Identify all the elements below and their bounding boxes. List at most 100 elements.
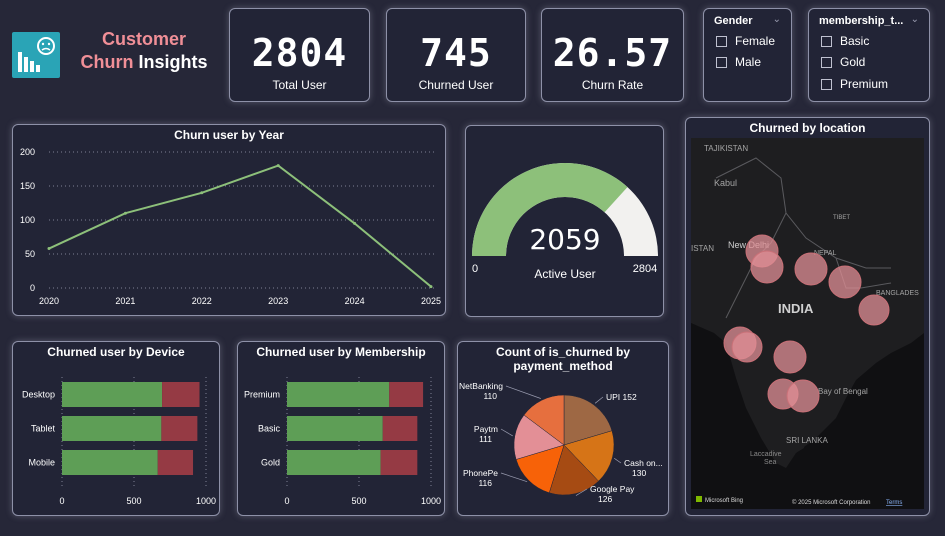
y-tick-label: 200 [20,147,35,157]
option-label: Premium [840,77,889,91]
x-tick-label: 500 [351,496,366,506]
x-tick-label: 2021 [115,296,135,306]
line-chart-card: Churn user by Year 0 50 100 150 200 2020 2021 2… [12,124,446,316]
bar-segment [287,450,381,475]
map-label: Bay of Bengal [818,387,868,396]
slicer-option-female[interactable]: Female [716,34,775,48]
bar-segment [157,450,194,475]
line-chart: 0 50 100 150 200 2020 2021 2022 2023 2024 2025 [20,147,441,306]
map-label: TAJIKISTAN [704,144,748,153]
slice-label: Google Pay [590,484,635,494]
category-label: Mobile [28,458,55,468]
category-label: Basic [258,424,281,434]
location-bubble [858,294,890,326]
slice-value: 111 [479,434,492,444]
bar-segment [62,450,158,475]
leader-line [500,428,513,437]
bar-segment [287,382,390,407]
membership-bar-card: Churned user by Membership 0 500 1000 Premi… [237,341,445,516]
kpi-label: Churn Rate [581,78,644,92]
series-line [48,164,432,288]
membership-slicer[interactable]: membership_t... ⌄ Basic Gold Premium [808,8,930,102]
logo-icon [12,32,60,78]
gauge-label: Active User [534,267,595,281]
slice-label: UPI 152 [606,392,637,402]
map-card[interactable]: Churned by location TAJIKISTAN Kabul TIB… [685,117,930,516]
gauge-chart: 2059 Active User 0 2804 [472,163,658,281]
slice-value: 110 [483,391,497,401]
map-label: Sea [764,459,777,466]
bar-segment [382,416,418,441]
checkbox[interactable] [821,35,832,47]
category-label: Tablet [31,424,56,434]
x-tick-label: 0 [284,496,289,506]
slicer-option-male[interactable]: Male [716,55,761,69]
x-tick-label: 2022 [192,296,212,306]
chevron-down-icon[interactable]: ⌄ [911,14,919,25]
pie-chart: UPI 152 Cash on...130 Google Pay126 PhonePe… [459,381,663,504]
slicer-option-gold[interactable]: Gold [821,55,865,69]
kpi-label: Total User [272,78,327,92]
map[interactable]: TAJIKISTAN Kabul TIBET ISTAN New Delhi N… [686,118,931,517]
x-tick-label: 2025 [421,296,441,306]
x-tick-label: 2020 [39,296,59,306]
map-attribution: Microsoft Bing [705,498,743,504]
bar-segment [380,450,418,475]
slice-label: PhonePe [463,468,498,478]
map-label: SRI LANKA [786,436,828,445]
leader-line [505,385,541,399]
checkbox[interactable] [716,35,727,47]
map-label: Kabul [714,178,737,188]
x-tick-label: 500 [126,496,141,506]
checkbox[interactable] [821,56,832,68]
option-label: Gold [840,55,866,69]
data-point [276,164,280,168]
y-tick-label: 50 [25,249,35,259]
bar-segment [62,416,162,441]
category-label: Premium [244,390,280,400]
bar-segment [287,416,383,441]
y-tick-label: 100 [20,215,35,225]
leader-line [614,458,622,464]
bing-logo-icon [696,496,702,502]
gauge-min: 0 [472,263,478,275]
gender-slicer[interactable]: Gender ⌄ Female Male [703,8,792,102]
pie-card: Count of is_churned by payment_method UP… [457,341,669,516]
x-tick-label: 2024 [345,296,365,306]
title-line-1: Customer [101,29,186,49]
x-tick-label: 0 [59,496,64,506]
option-label: Basic [840,34,870,48]
membership-bar-chart: 0 500 1000 Premium Basic Gold [244,377,441,506]
bar-segment [389,382,424,407]
location-bubble [794,252,828,286]
location-bubble [773,340,807,374]
map-attribution: © 2025 Microsoft Corporation [792,499,870,506]
slicer-option-premium[interactable]: Premium [821,77,888,91]
y-tick-label: 150 [20,181,35,191]
device-bar-card: Churned user by Device 0 500 1000 Desktop Ta… [12,341,220,516]
data-point [353,221,357,225]
device-bar-chart: 0 500 1000 Desktop Tablet Mobile [22,377,216,506]
kpi-card-churned-user: 745 Churned User [386,8,526,102]
category-label: Desktop [22,390,55,400]
title-line-2: Churn Insights [74,51,214,74]
checkbox[interactable] [716,56,727,68]
gauge-value: 2059 [529,223,600,256]
kpi-value: 745 [420,31,492,75]
bar-segment [162,382,200,407]
checkbox[interactable] [821,78,832,90]
x-tick-label: 1000 [421,496,441,506]
title-word-churn: Churn [80,52,134,72]
page-title: Customer Churn Insights [74,28,214,74]
chevron-down-icon[interactable]: ⌄ [773,14,781,25]
slicer-title: Gender [714,15,753,27]
map-label: Laccadive [750,451,782,458]
title-word-insights: Insights [138,52,208,72]
data-point [200,191,204,195]
map-terms-link: Terms [886,500,902,506]
slice-label: Cash on... [624,458,663,468]
kpi-card-churn-rate: 26.57 Churn Rate [541,8,684,102]
header: Customer Churn Insights [12,28,222,80]
map-label: INDIA [778,301,814,316]
slicer-option-basic[interactable]: Basic [821,34,869,48]
